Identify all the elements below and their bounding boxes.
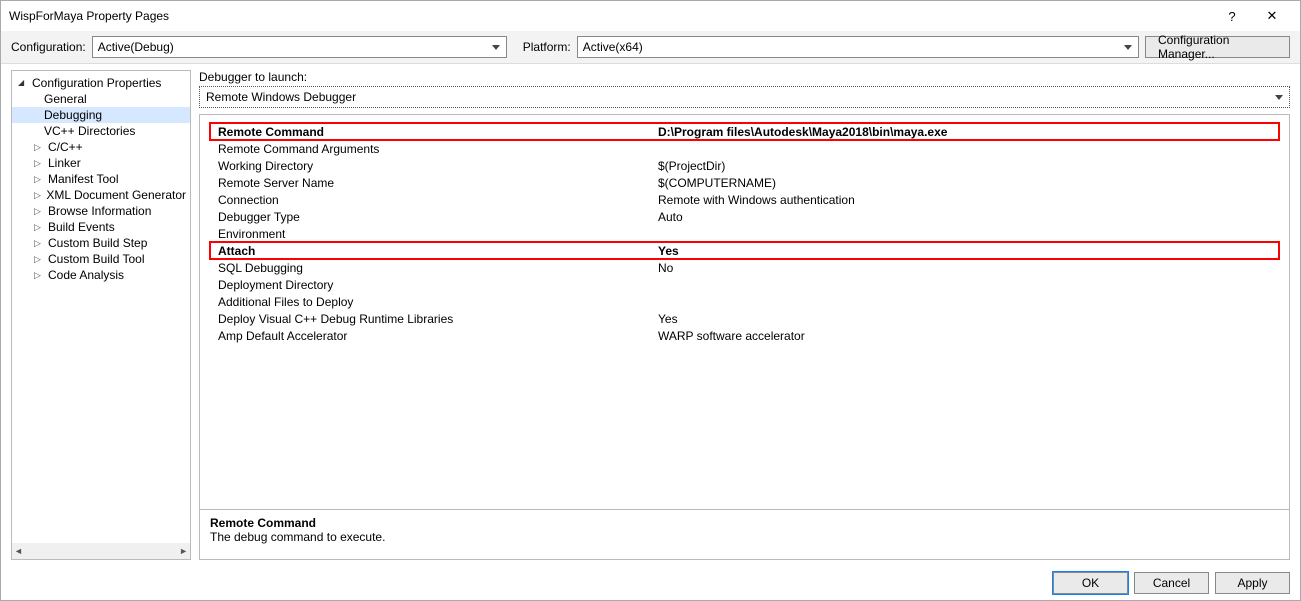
scroll-right-icon[interactable]: ► xyxy=(179,546,188,556)
tree-item-label: Custom Build Step xyxy=(48,235,147,251)
description-box: Remote Command The debug command to exec… xyxy=(200,509,1289,559)
property-name: Additional Files to Deploy xyxy=(218,295,658,309)
property-row[interactable]: Remote Command Arguments xyxy=(210,140,1279,157)
help-button[interactable]: ? xyxy=(1212,2,1252,30)
tree-item-build-events[interactable]: Build Events xyxy=(12,219,190,235)
tree-item-custom-build-tool[interactable]: Custom Build Tool xyxy=(12,251,190,267)
property-value[interactable]: D:\Program files\Autodesk\Maya2018\bin\m… xyxy=(658,125,1279,139)
apply-button[interactable]: Apply xyxy=(1215,572,1290,594)
tree-item-label: VC++ Directories xyxy=(44,123,135,139)
platform-label: Platform: xyxy=(523,40,571,54)
property-name: Deploy Visual C++ Debug Runtime Librarie… xyxy=(218,312,658,326)
property-name: Attach xyxy=(218,244,658,258)
property-row[interactable]: Remote CommandD:\Program files\Autodesk\… xyxy=(210,123,1279,140)
main-area: Configuration Properties GeneralDebuggin… xyxy=(1,64,1300,566)
property-name: Working Directory xyxy=(218,159,658,173)
platform-combo[interactable]: Active(x64) xyxy=(577,36,1139,58)
tree-item-label: Build Events xyxy=(48,219,115,235)
title-bar: WispForMaya Property Pages ? ✕ xyxy=(1,1,1300,31)
tree: Configuration Properties GeneralDebuggin… xyxy=(12,71,190,287)
tree-item-label: Manifest Tool xyxy=(48,171,118,187)
property-value[interactable]: Auto xyxy=(658,210,1279,224)
tree-item-label: Debugging xyxy=(44,107,102,123)
property-row[interactable]: Deployment Directory xyxy=(210,276,1279,293)
tree-item-xml-document-generator[interactable]: XML Document Generator xyxy=(12,187,190,203)
property-value[interactable]: Remote with Windows authentication xyxy=(658,193,1279,207)
tree-item-vc-directories[interactable]: VC++ Directories xyxy=(12,123,190,139)
property-row[interactable]: Amp Default AcceleratorWARP software acc… xyxy=(210,327,1279,344)
property-value[interactable]: No xyxy=(658,261,1279,275)
ok-button[interactable]: OK xyxy=(1053,572,1128,594)
configuration-combo[interactable]: Active(Debug) xyxy=(92,36,507,58)
property-name: SQL Debugging xyxy=(218,261,658,275)
property-value[interactable]: Yes xyxy=(658,312,1279,326)
property-name: Deployment Directory xyxy=(218,278,658,292)
configuration-manager-button[interactable]: Configuration Manager... xyxy=(1145,36,1290,58)
cancel-button[interactable]: Cancel xyxy=(1134,572,1209,594)
debugger-launch-value: Remote Windows Debugger xyxy=(206,90,356,104)
configuration-label: Configuration: xyxy=(11,40,86,54)
content-pane: Debugger to launch: Remote Windows Debug… xyxy=(199,70,1290,560)
property-row[interactable]: ConnectionRemote with Windows authentica… xyxy=(210,191,1279,208)
platform-value: Active(x64) xyxy=(583,40,643,54)
property-value[interactable]: $(COMPUTERNAME) xyxy=(658,176,1279,190)
tree-item-linker[interactable]: Linker xyxy=(12,155,190,171)
tree-item-custom-build-step[interactable]: Custom Build Step xyxy=(12,235,190,251)
tree-item-label: Code Analysis xyxy=(48,267,124,283)
property-row[interactable]: Remote Server Name$(COMPUTERNAME) xyxy=(210,174,1279,191)
property-row[interactable]: Environment xyxy=(210,225,1279,242)
property-name: Remote Server Name xyxy=(218,176,658,190)
tree-item-code-analysis[interactable]: Code Analysis xyxy=(12,267,190,283)
property-name: Amp Default Accelerator xyxy=(218,329,658,343)
debugger-launch-row: Debugger to launch: Remote Windows Debug… xyxy=(199,70,1290,108)
tree-item-label: General xyxy=(44,91,87,107)
property-row[interactable]: Debugger TypeAuto xyxy=(210,208,1279,225)
close-button[interactable]: ✕ xyxy=(1252,2,1292,30)
property-name: Debugger Type xyxy=(218,210,658,224)
tree-item-label: Browse Information xyxy=(48,203,151,219)
configuration-value: Active(Debug) xyxy=(98,40,174,54)
property-name: Environment xyxy=(218,227,658,241)
tree-horizontal-scrollbar[interactable]: ◄ ► xyxy=(12,543,190,559)
property-row[interactable]: Additional Files to Deploy xyxy=(210,293,1279,310)
property-value[interactable]: $(ProjectDir) xyxy=(658,159,1279,173)
description-title: Remote Command xyxy=(210,516,1279,530)
tree-item-label: XML Document Generator xyxy=(46,187,186,203)
tree-item-label: C/C++ xyxy=(48,139,83,155)
tree-item-general[interactable]: General xyxy=(12,91,190,107)
property-row[interactable]: Deploy Visual C++ Debug Runtime Librarie… xyxy=(210,310,1279,327)
window-title: WispForMaya Property Pages xyxy=(9,9,1212,23)
properties-grid: Remote CommandD:\Program files\Autodesk\… xyxy=(200,115,1289,509)
description-text: The debug command to execute. xyxy=(210,530,1279,544)
property-name: Remote Command Arguments xyxy=(218,142,658,156)
property-row[interactable]: Working Directory$(ProjectDir) xyxy=(210,157,1279,174)
property-row[interactable]: SQL DebuggingNo xyxy=(210,259,1279,276)
debugger-launch-label: Debugger to launch: xyxy=(199,70,1290,84)
tree-item-manifest-tool[interactable]: Manifest Tool xyxy=(12,171,190,187)
scroll-left-icon[interactable]: ◄ xyxy=(14,546,23,556)
property-value[interactable]: Yes xyxy=(658,244,1279,258)
tree-item-c-c-[interactable]: C/C++ xyxy=(12,139,190,155)
tree-item-browse-information[interactable]: Browse Information xyxy=(12,203,190,219)
properties-box: Remote CommandD:\Program files\Autodesk\… xyxy=(199,114,1290,560)
tree-pane: Configuration Properties GeneralDebuggin… xyxy=(11,70,191,560)
debugger-launch-combo[interactable]: Remote Windows Debugger xyxy=(199,86,1290,108)
tree-item-label: Linker xyxy=(48,155,81,171)
tree-item-debugging[interactable]: Debugging xyxy=(12,107,190,123)
property-name: Connection xyxy=(218,193,658,207)
configuration-bar: Configuration: Active(Debug) Platform: A… xyxy=(1,31,1300,64)
dialog-footer: OK Cancel Apply xyxy=(1,566,1300,600)
property-row[interactable]: AttachYes xyxy=(210,242,1279,259)
tree-root[interactable]: Configuration Properties xyxy=(12,75,190,91)
property-name: Remote Command xyxy=(218,125,658,139)
property-value[interactable]: WARP software accelerator xyxy=(658,329,1279,343)
tree-item-label: Custom Build Tool xyxy=(48,251,145,267)
